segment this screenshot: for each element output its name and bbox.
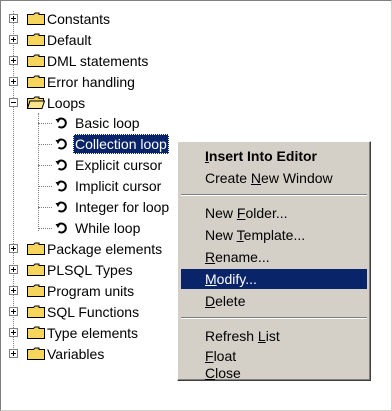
plus-box-icon[interactable]	[9, 307, 18, 316]
plus-box-icon[interactable]	[9, 56, 18, 65]
tree-node-dml-statements[interactable]: DML statements	[1, 51, 201, 71]
minus-box-icon[interactable]	[9, 98, 18, 107]
folder-icon	[27, 54, 45, 67]
loop-snippet-icon	[55, 180, 67, 192]
menu-item-close[interactable]: Close	[181, 366, 367, 380]
tree-item-while-loop[interactable]: While loop	[1, 218, 201, 238]
plus-box-icon[interactable]	[9, 286, 18, 295]
menu-item-refresh-list[interactable]: Refresh List	[181, 326, 367, 346]
tree-item-label: Explicit cursor	[75, 157, 163, 173]
tree-item-explicit-cursor[interactable]: Explicit cursor	[1, 155, 201, 175]
folder-icon	[27, 263, 45, 276]
tree-node-label: Variables	[47, 346, 105, 362]
tree-item-basic-loop[interactable]: Basic loop	[1, 113, 201, 133]
folder-icon	[27, 284, 45, 297]
menu-item-insert-into-editor[interactable]: Insert Into Editor	[181, 146, 367, 166]
tree-node-label: Constants	[47, 11, 111, 27]
plus-box-icon[interactable]	[9, 14, 18, 23]
tree-item-label: Implicit cursor	[75, 178, 162, 194]
tree-node-label: SQL Functions	[47, 304, 140, 320]
loop-snippet-icon	[55, 117, 67, 129]
folder-icon	[27, 347, 45, 360]
tree-node-error-handling[interactable]: Error handling	[1, 72, 201, 92]
context-menu: Insert Into Editor Create New Window New…	[177, 141, 371, 381]
tree-node-type-elements[interactable]: Type elements	[1, 323, 201, 343]
menu-separator	[181, 194, 367, 196]
tree-node-label: DML statements	[47, 53, 149, 69]
template-tree-panel: Constants Default DML statements Error h…	[0, 0, 392, 411]
folder-icon	[27, 326, 45, 339]
tree-node-loops[interactable]: Loops	[1, 93, 201, 113]
menu-separator	[181, 317, 367, 319]
tree-node-label: Package elements	[47, 241, 163, 257]
menu-item-create-new-window[interactable]: Create New Window	[181, 168, 367, 188]
tree-node-label: Loops	[47, 95, 86, 111]
folder-icon	[27, 305, 45, 318]
tree-item-integer-for-loop[interactable]: Integer for loop	[1, 197, 201, 217]
tree-item-label: Integer for loop	[75, 199, 170, 215]
tree-node-label: Default	[47, 32, 92, 48]
folder-icon	[27, 12, 45, 25]
tree-node-sql-functions[interactable]: SQL Functions	[1, 302, 201, 322]
tree-item-label: While loop	[75, 220, 141, 236]
tree-item-implicit-cursor[interactable]: Implicit cursor	[1, 176, 201, 196]
tree-item-collection-loop[interactable]: Collection loop	[1, 134, 201, 154]
tree-node-constants[interactable]: Constants	[1, 9, 201, 29]
menu-item-modify[interactable]: Modify...	[181, 269, 367, 289]
plus-box-icon[interactable]	[9, 35, 18, 44]
loop-snippet-icon	[55, 201, 67, 213]
plus-box-icon[interactable]	[9, 265, 18, 274]
plus-box-icon[interactable]	[9, 77, 18, 86]
folder-icon	[27, 242, 45, 255]
tree-item-label: Basic loop	[75, 115, 140, 131]
folder-icon	[27, 75, 45, 88]
plus-box-icon[interactable]	[9, 328, 18, 337]
open-folder-icon	[27, 96, 45, 109]
loop-snippet-icon	[55, 222, 67, 234]
tree-node-variables[interactable]: Variables	[1, 344, 201, 364]
menu-item-new-template[interactable]: New Template...	[181, 225, 367, 245]
tree-node-label: Type elements	[47, 325, 139, 341]
tree-node-label: PLSQL Types	[47, 262, 133, 278]
tree-node-package-elements[interactable]: Package elements	[1, 239, 201, 259]
menu-item-float[interactable]: Float	[181, 346, 367, 366]
folder-icon	[27, 33, 45, 46]
menu-item-new-folder[interactable]: New Folder...	[181, 203, 367, 223]
plus-box-icon[interactable]	[9, 349, 18, 358]
tree-node-label: Program units	[47, 283, 135, 299]
tree-node-label: Error handling	[47, 74, 135, 90]
loop-snippet-icon	[55, 138, 67, 150]
tree-node-plsql-types[interactable]: PLSQL Types	[1, 260, 201, 280]
menu-item-rename[interactable]: Rename...	[181, 247, 367, 267]
tree-node-program-units[interactable]: Program units	[1, 281, 201, 301]
tree-item-label-selected: Collection loop	[73, 134, 169, 154]
plus-box-icon[interactable]	[9, 244, 18, 253]
tree-node-default[interactable]: Default	[1, 30, 201, 50]
loop-snippet-icon	[55, 159, 67, 171]
menu-item-delete[interactable]: Delete	[181, 291, 367, 311]
